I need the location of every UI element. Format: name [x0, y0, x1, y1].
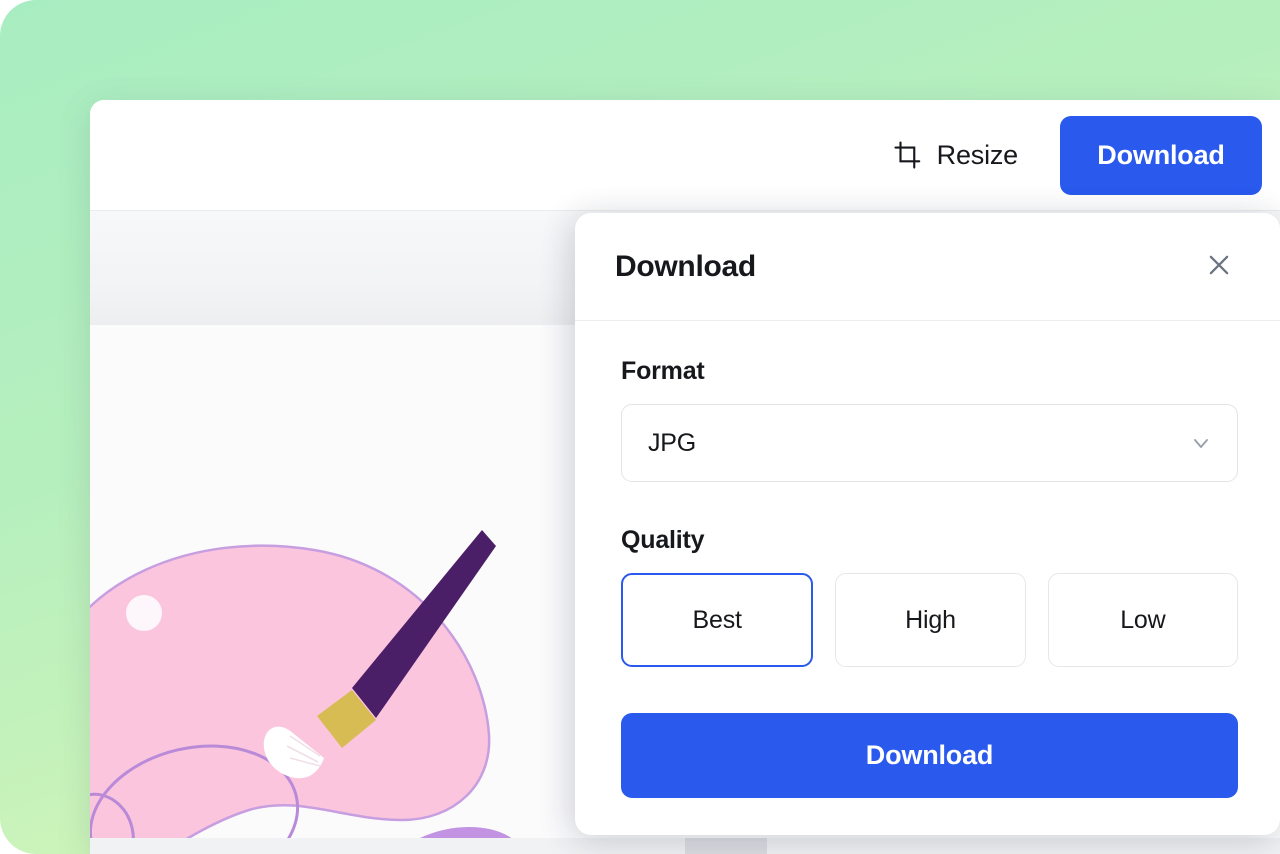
dialog-title: Download [615, 249, 756, 283]
download-confirm-button[interactable]: Download [621, 713, 1238, 798]
quality-options: Best High Low [621, 573, 1238, 667]
format-label: Format [621, 357, 705, 385]
download-toolbar-button[interactable]: Download [1060, 115, 1262, 195]
chevron-down-icon [1189, 431, 1213, 455]
format-select[interactable]: JPG [621, 404, 1238, 482]
dialog-header: Download [575, 213, 1280, 321]
quality-option-low[interactable]: Low [1047, 573, 1238, 667]
resize-label: Resize [936, 139, 1019, 170]
download-dialog: Download Format JPG Quality Best High Lo… [575, 213, 1280, 835]
app-toolbar: Resize Download [90, 100, 1280, 210]
palette-illustration [90, 530, 524, 854]
quality-option-best[interactable]: Best [621, 573, 814, 667]
resize-button[interactable]: Resize [891, 136, 1020, 175]
format-selected-value: JPG [648, 428, 697, 457]
dialog-body: Format JPG Quality Best High Low Downloa… [575, 321, 1280, 798]
quality-label: Quality [621, 526, 705, 554]
scrollbar-thumb[interactable] [685, 838, 767, 854]
crop-icon [893, 140, 923, 170]
quality-option-high[interactable]: High [835, 573, 1026, 667]
close-icon [1205, 251, 1233, 282]
close-dialog-button[interactable] [1202, 250, 1236, 284]
